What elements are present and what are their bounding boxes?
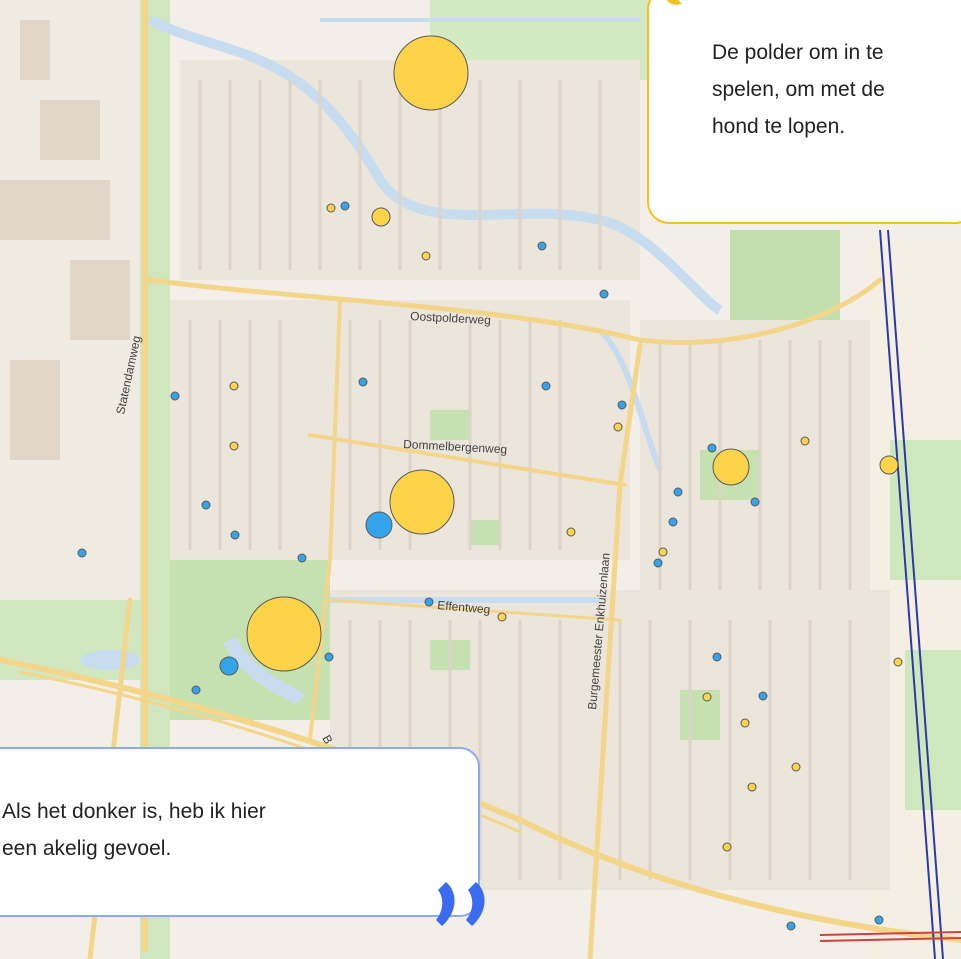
yellow-marker-tiny[interactable] [613,422,623,432]
yellow-marker-tiny[interactable] [421,251,431,261]
green-pocket [430,410,470,440]
yellow-marker-tiny[interactable] [791,762,801,772]
yellow-marker-large[interactable] [393,35,469,111]
blue-marker-small[interactable] [77,548,87,558]
yellow-marker-tiny[interactable] [229,441,239,451]
pond [80,650,140,670]
blue-marker-small[interactable] [707,443,717,453]
blue-callout-text: Als het donker is, heb ik hier een akeli… [2,800,266,860]
blue-marker-small[interactable] [424,597,434,607]
blue-marker-medium[interactable] [219,656,239,676]
blue-marker-small[interactable] [758,691,768,701]
blue-marker-small[interactable] [537,241,547,251]
yellow-marker-tiny[interactable] [658,547,668,557]
blue-marker-small[interactable] [201,500,211,510]
blue-marker-small[interactable] [541,381,551,391]
blue-marker-small[interactable] [191,685,201,695]
yellow-quote-icon [666,0,682,5]
yellow-marker-small[interactable] [879,455,899,475]
yellow-callout: De polder om in te spelen, om met de hon… [647,0,961,224]
yellow-marker-tiny[interactable] [800,436,810,446]
yellow-marker-tiny[interactable] [497,612,507,622]
blue-marker-small[interactable] [599,289,609,299]
blue-marker-small[interactable] [230,530,240,540]
yellow-marker-tiny[interactable] [566,527,576,537]
blue-marker-small[interactable] [786,921,796,931]
blue-marker-small[interactable] [358,377,368,387]
building-block [40,100,100,160]
blue-marker-small[interactable] [750,497,760,507]
sports-field [730,230,840,320]
yellow-marker-small[interactable] [371,207,391,227]
blue-marker-medium[interactable] [365,511,393,539]
blue-marker-small[interactable] [324,652,334,662]
yellow-marker-tiny[interactable] [893,657,903,667]
blue-marker-small[interactable] [874,915,884,925]
building-block [10,360,60,460]
blue-marker-small[interactable] [673,487,683,497]
blue-marker-small[interactable] [170,391,180,401]
blue-quote-icon [436,882,485,926]
green-pocket [680,690,720,740]
blue-marker-small[interactable] [668,517,678,527]
yellow-marker-tiny[interactable] [702,692,712,702]
blue-marker-small[interactable] [653,558,663,568]
yellow-marker-tiny[interactable] [229,381,239,391]
yellow-callout-text: De polder om in te spelen, om met de hon… [712,41,885,138]
yellow-marker-tiny[interactable] [722,842,732,852]
blue-callout: Als het donker is, heb ik hier een akeli… [0,747,480,917]
blue-marker-small[interactable] [617,400,627,410]
yellow-marker-large[interactable] [246,596,322,672]
building-block [70,260,130,340]
yellow-marker-tiny[interactable] [326,203,336,213]
yellow-marker-medium[interactable] [712,448,750,486]
yellow-marker-tiny[interactable] [747,782,757,792]
building-block [0,180,110,240]
blue-marker-small[interactable] [297,553,307,563]
map-view[interactable]: Oostpolderweg Statendamweg Dommelbergenw… [0,0,961,959]
building-block [20,20,50,80]
blue-marker-small[interactable] [340,201,350,211]
green-pocket [470,520,500,545]
blue-marker-small[interactable] [712,652,722,662]
yellow-marker-large[interactable] [389,469,455,535]
yellow-marker-tiny[interactable] [740,718,750,728]
